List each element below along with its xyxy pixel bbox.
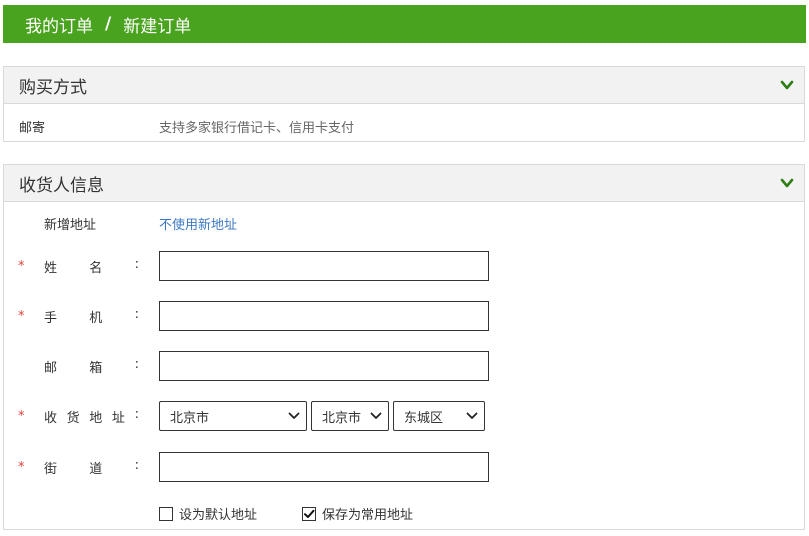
save-common-label: 保存为常用地址 (322, 508, 414, 523)
new-address-row: 新增地址 不使用新地址 (4, 214, 804, 233)
default-address-box[interactable] (159, 506, 173, 521)
email-label: 邮 箱 : (44, 357, 139, 376)
phone-input[interactable] (159, 301, 489, 331)
address-label-char: 地 (89, 410, 103, 426)
email-row: 邮 箱 : (4, 351, 804, 381)
name-input[interactable] (159, 251, 489, 281)
district-value: 东城区 (404, 410, 444, 426)
street-row: * 街 道 : (4, 452, 804, 482)
chevron-down-icon[interactable] (780, 176, 794, 190)
province-value: 北京市 (170, 410, 210, 426)
breadcrumb-current: 新建订单 (123, 16, 192, 37)
header-bar: 我的订单 / 新建订单 (3, 5, 806, 43)
check-icon (304, 509, 315, 518)
required-mark: * (18, 408, 25, 424)
default-address-checkbox[interactable]: 设为默认地址 (159, 504, 257, 523)
payment-method-description: 支持多家银行借记卡、信用卡支付 (159, 121, 355, 136)
street-input[interactable] (159, 452, 489, 482)
label-colon: : (134, 356, 139, 372)
caret-down-icon (466, 412, 478, 420)
address-label-char: 收 (44, 410, 58, 426)
payment-panel-header[interactable]: 购买方式 (4, 67, 804, 104)
name-label-char: 姓 (44, 260, 58, 276)
city-select[interactable]: 北京市 (311, 401, 389, 431)
label-colon: : (134, 306, 139, 322)
save-common-box[interactable] (302, 506, 316, 521)
caret-down-icon (288, 412, 300, 420)
street-label-char: 街 (44, 461, 58, 477)
province-select[interactable]: 北京市 (159, 401, 307, 431)
payment-panel: 购买方式 邮寄 支持多家银行借记卡、信用卡支付 (3, 66, 805, 142)
street-label-char: 道 (89, 461, 103, 477)
address-label-char: 货 (66, 410, 80, 426)
email-label-char: 邮 (44, 360, 58, 376)
required-mark: * (18, 258, 25, 274)
email-label-char: 箱 (89, 360, 103, 376)
receiver-panel-title: 收货人信息 (19, 175, 104, 196)
chevron-down-icon[interactable] (780, 78, 794, 92)
required-mark: * (18, 459, 25, 475)
caret-down-icon (370, 412, 382, 420)
email-input[interactable] (159, 351, 489, 381)
label-colon: : (134, 406, 139, 422)
name-label-char: 名 (89, 260, 103, 276)
name-row: * 姓 名 : (4, 251, 804, 281)
address-label: 收 货 地 址 : (44, 407, 139, 426)
phone-label-char: 机 (89, 310, 103, 326)
address-row: * 收 货 地 址 : 北京市 北京市 东城区 (4, 401, 804, 431)
street-label: 街 道 : (44, 458, 139, 477)
required-mark: * (18, 308, 25, 324)
payment-method-label: 邮寄 (19, 121, 46, 136)
label-colon: : (134, 457, 139, 473)
label-colon: : (134, 256, 139, 272)
name-label: 姓 名 : (44, 257, 139, 276)
district-select[interactable]: 东城区 (393, 401, 485, 431)
receiver-panel-header[interactable]: 收货人信息 (4, 165, 804, 202)
phone-label: 手 机 : (44, 307, 139, 326)
save-common-checkbox[interactable]: 保存为常用地址 (302, 504, 413, 523)
new-address-label: 新增地址 (44, 217, 97, 233)
default-address-label: 设为默认地址 (179, 508, 258, 523)
payment-panel-title: 购买方式 (19, 77, 87, 98)
phone-label-char: 手 (44, 310, 58, 326)
breadcrumb-parent[interactable]: 我的订单 (25, 12, 93, 37)
address-label-char: 址 (111, 410, 125, 426)
city-value: 北京市 (322, 410, 362, 426)
phone-row: * 手 机 : (4, 301, 804, 331)
breadcrumb-separator: / (105, 14, 112, 34)
no-new-address-link[interactable]: 不使用新地址 (159, 214, 237, 233)
receiver-panel: 收货人信息 新增地址 不使用新地址 * 姓 名 : * 手 机 : 邮 箱: … (3, 164, 805, 530)
